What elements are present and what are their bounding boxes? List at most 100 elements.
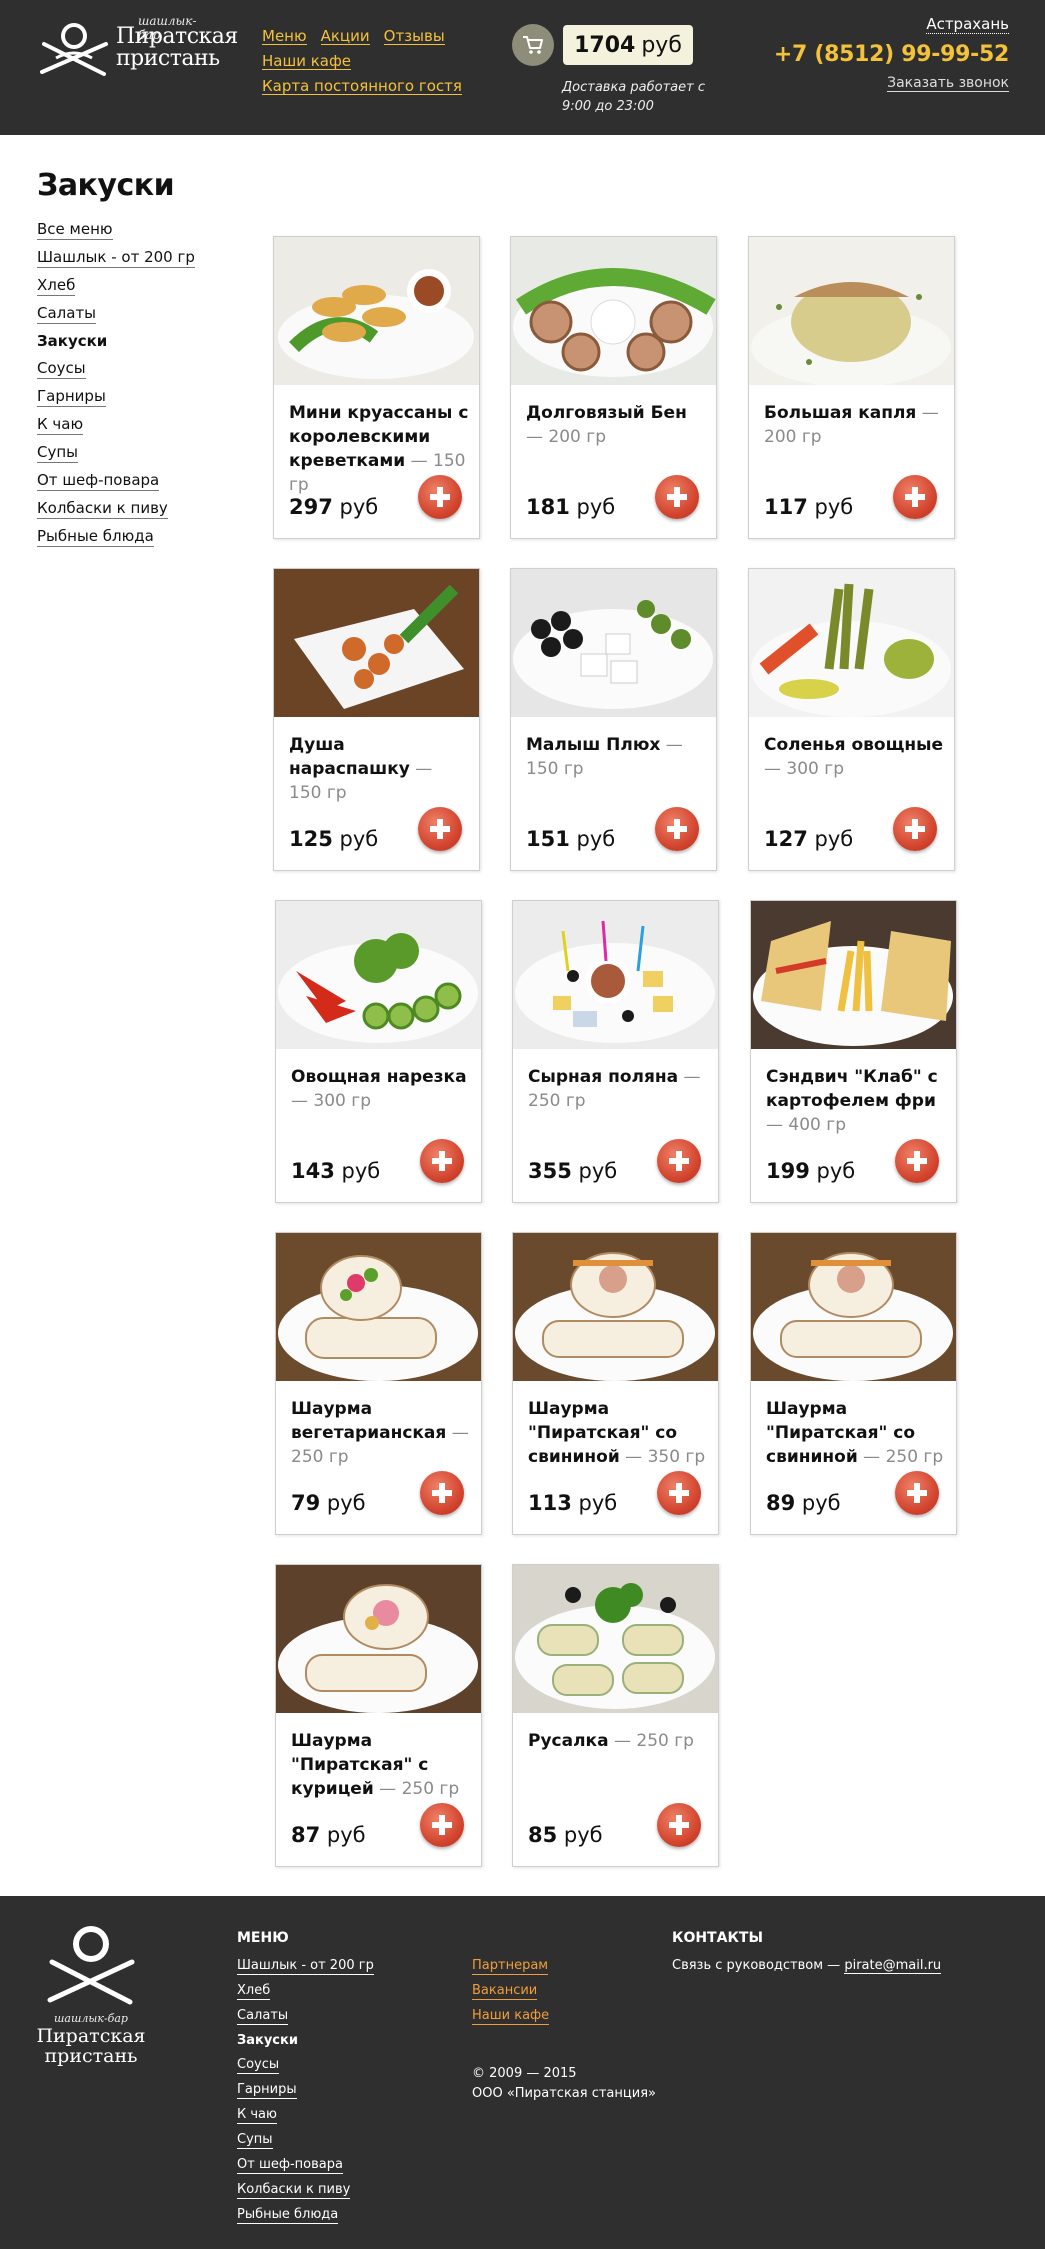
site-footer: шашлык-бар Пиратская пристань МЕНЮ Шашлы… xyxy=(0,1896,1045,2249)
footer-menu-item[interactable]: Колбаски к пиву xyxy=(237,2182,351,2199)
product-name[interactable]: Сэндвич "Клаб" с картофелем фри xyxy=(766,1067,938,1111)
product-card[interactable]: Шаурма "Пиратская" с курицей — 250 гр 87 … xyxy=(275,1564,482,1867)
product-photo[interactable] xyxy=(274,237,479,385)
email-link[interactable]: pirate@mail.ru xyxy=(844,1958,942,1974)
sidebar-item-shashlik[interactable]: Шашлык - от 200 гр xyxy=(37,248,195,268)
cart-total[interactable]: 1704 руб xyxy=(563,25,693,65)
sidebar-item-sides[interactable]: Гарниры xyxy=(37,387,106,407)
product-photo[interactable] xyxy=(749,569,954,717)
nav-menu[interactable]: Меню xyxy=(262,28,307,45)
footer-menu-item[interactable]: Соусы xyxy=(237,2057,280,2074)
product-card[interactable]: Шаурма вегетарианская — 250 гр 79 руб xyxy=(275,1232,482,1535)
product-photo[interactable] xyxy=(749,237,954,385)
city-selector[interactable]: Астрахань xyxy=(926,15,1009,34)
product-photo[interactable] xyxy=(751,1233,956,1381)
add-to-cart-button[interactable] xyxy=(657,1139,701,1183)
product-photo[interactable] xyxy=(511,569,716,717)
product-name[interactable]: Малыш Плюх xyxy=(526,735,660,755)
sidebar-item-all[interactable]: Все меню xyxy=(37,220,113,240)
footer-link-cafes[interactable]: Наши кафе xyxy=(472,2008,550,2025)
cart-button[interactable] xyxy=(512,24,554,66)
nav-loyalty-card[interactable]: Карта постоянного гостя xyxy=(262,78,462,95)
footer-menu-item[interactable]: Хлеб xyxy=(237,1983,271,2000)
add-to-cart-button[interactable] xyxy=(655,807,699,851)
footer-menu-item[interactable]: Закуски xyxy=(237,2033,298,2049)
footer-link-partners[interactable]: Партнерам xyxy=(472,1958,549,1975)
nav-promotions[interactable]: Акции xyxy=(320,28,370,45)
product-card[interactable]: Соленья овощные — 300 гр 127 руб xyxy=(748,568,955,871)
add-to-cart-button[interactable] xyxy=(895,1471,939,1515)
sidebar-item-sausages[interactable]: Колбаски к пиву xyxy=(37,499,168,519)
product-info: Овощная нарезка — 300 гр xyxy=(291,1065,471,1113)
product-card[interactable]: Большая капля — 200 гр 117 руб xyxy=(748,236,955,539)
add-to-cart-button[interactable] xyxy=(418,807,462,851)
nav-our-cafes[interactable]: Наши кафе xyxy=(262,53,352,70)
nav-reviews[interactable]: Отзывы xyxy=(383,28,445,45)
footer-menu-item[interactable]: Рыбные блюда xyxy=(237,2207,339,2224)
add-to-cart-button[interactable] xyxy=(657,1803,701,1847)
product-name[interactable]: Овощная нарезка xyxy=(291,1067,467,1087)
product-card[interactable]: Долговязый Бен — 200 гр 181 руб xyxy=(510,236,717,539)
product-photo[interactable] xyxy=(511,237,716,385)
footer-link-vacancies[interactable]: Вакансии xyxy=(472,1983,538,2000)
product-name[interactable]: Соленья овощные xyxy=(764,735,943,755)
product-name[interactable]: Душа нараспашку xyxy=(289,735,410,779)
add-to-cart-button[interactable] xyxy=(655,475,699,519)
product-card[interactable]: Малыш Плюх — 150 гр 151 руб xyxy=(510,568,717,871)
footer-menu-item[interactable]: Супы xyxy=(237,2132,273,2149)
sidebar-item-chef[interactable]: От шеф-повара xyxy=(37,471,160,491)
sidebar-item-tea[interactable]: К чаю xyxy=(37,415,84,435)
product-card[interactable]: Сырная поляна — 250 гр 355 руб xyxy=(512,900,719,1203)
sidebar-item-fish[interactable]: Рыбные блюда xyxy=(37,527,154,547)
product-weight: 350 гр xyxy=(647,1447,706,1467)
add-to-cart-button[interactable] xyxy=(895,1139,939,1183)
callback-link[interactable]: Заказать звонок xyxy=(887,75,1009,92)
add-to-cart-button[interactable] xyxy=(893,807,937,851)
sidebar-item-soups[interactable]: Супы xyxy=(37,443,79,463)
product-photo[interactable] xyxy=(276,1565,481,1713)
product-card[interactable]: Душа нараспашку — 150 гр 125 руб xyxy=(273,568,480,871)
add-to-cart-button[interactable] xyxy=(893,475,937,519)
footer-menu-item[interactable]: Салаты xyxy=(237,2008,289,2025)
footer-menu-item[interactable]: Шашлык - от 200 гр xyxy=(237,1958,374,1975)
product-photo[interactable] xyxy=(513,1565,718,1713)
footer-logo[interactable]: шашлык-бар Пиратская пристань xyxy=(36,1916,146,2067)
product-photo[interactable] xyxy=(276,901,481,1049)
add-to-cart-button[interactable] xyxy=(657,1471,701,1515)
product-name[interactable]: Большая капля xyxy=(764,403,916,423)
product-photo[interactable] xyxy=(751,901,956,1049)
add-to-cart-button[interactable] xyxy=(420,1139,464,1183)
product-card[interactable]: Русалка — 250 гр 85 руб xyxy=(512,1564,719,1867)
product-card[interactable]: Сэндвич "Клаб" с картофелем фри — 400 гр… xyxy=(750,900,957,1203)
product-name[interactable]: Сырная поляна xyxy=(528,1067,678,1087)
product-card[interactable]: Овощная нарезка — 300 гр 143 руб xyxy=(275,900,482,1203)
logo[interactable]: шашлык-бар Пиратская пристань xyxy=(36,12,238,80)
product-price-unit: руб xyxy=(339,827,379,851)
product-photo[interactable] xyxy=(513,901,718,1049)
product-name[interactable]: Долговязый Бен xyxy=(526,403,687,423)
footer-menu-item[interactable]: К чаю xyxy=(237,2107,277,2124)
product-card[interactable]: Мини круассаны с королевскими креветками… xyxy=(273,236,480,539)
add-to-cart-button[interactable] xyxy=(418,475,462,519)
product-photo[interactable] xyxy=(513,1233,718,1381)
product-name[interactable]: Русалка xyxy=(528,1731,609,1751)
page-title: Закуски xyxy=(37,168,175,203)
add-to-cart-button[interactable] xyxy=(420,1471,464,1515)
product-card[interactable]: Шаурма "Пиратская" со свининой — 250 гр 8… xyxy=(750,1232,957,1535)
sidebar-item-appetizers[interactable]: Закуски xyxy=(37,332,107,351)
footer-menu-item[interactable]: Гарниры xyxy=(237,2082,297,2099)
footer-menu-item[interactable]: От шеф-повара xyxy=(237,2157,343,2174)
add-to-cart-button[interactable] xyxy=(420,1803,464,1847)
phone-number[interactable]: +7 (8512) 99-99-52 xyxy=(774,42,1009,67)
product-name[interactable]: Шаурма вегетарианская xyxy=(291,1399,446,1443)
sidebar-item-salads[interactable]: Салаты xyxy=(37,304,97,324)
product-photo[interactable] xyxy=(274,569,479,717)
product-price: 143 руб xyxy=(291,1159,380,1183)
product-price: 87 руб xyxy=(291,1823,366,1847)
product-photo[interactable] xyxy=(276,1233,481,1381)
sidebar-item-bread[interactable]: Хлеб xyxy=(37,276,76,296)
product-info: Русалка — 250 гр xyxy=(528,1729,708,1753)
product-card[interactable]: Шаурма "Пиратская" со свининой — 350 гр 1… xyxy=(512,1232,719,1535)
product-price: 199 руб xyxy=(766,1159,855,1183)
sidebar-item-sauces[interactable]: Соусы xyxy=(37,359,86,379)
